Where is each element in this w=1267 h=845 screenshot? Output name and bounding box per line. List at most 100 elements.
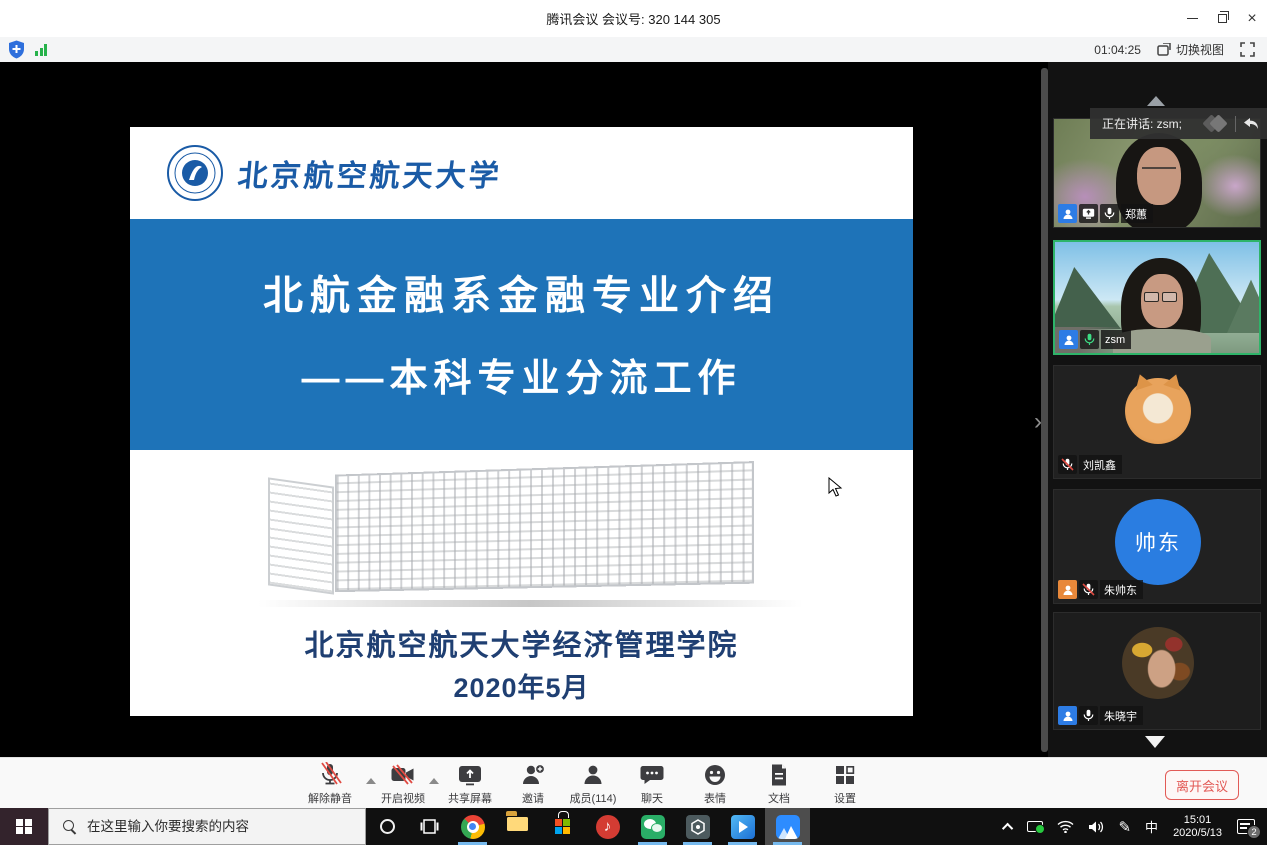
restore-button[interactable]	[1207, 0, 1237, 37]
camera-off-icon	[390, 764, 416, 786]
university-name: 北京航空航天大学	[236, 151, 504, 195]
notification-icon: 2	[1237, 819, 1255, 834]
chat-bubble-icon	[640, 764, 664, 786]
taskbar-app-chrome[interactable]	[450, 808, 495, 845]
network-signal-icon[interactable]	[35, 44, 47, 56]
search-input[interactable]	[87, 819, 337, 834]
leave-meeting-button[interactable]: 离开会议	[1165, 770, 1239, 800]
settings-grid-icon	[834, 764, 856, 786]
mic-muted-icon	[318, 762, 342, 788]
participant-name: zsm	[1101, 330, 1131, 349]
participant-name: 朱晓宇	[1100, 706, 1143, 725]
search-icon	[63, 820, 77, 834]
clock-date: 2020/5/13	[1173, 827, 1222, 840]
tray-volume[interactable]	[1081, 808, 1111, 845]
taskbar-app-capture-tool[interactable]	[675, 808, 720, 845]
unmute-button[interactable]: 解除静音	[293, 762, 367, 806]
cortana-icon	[380, 819, 395, 834]
emoji-button[interactable]: 表情	[678, 762, 752, 806]
clock-time: 15:01	[1173, 814, 1222, 827]
task-view-button[interactable]	[408, 808, 450, 845]
system-tray: ✎ 中 15:01 2020/5/13 2	[998, 808, 1267, 845]
window-controls: ×	[1177, 0, 1267, 37]
members-icon	[581, 763, 605, 787]
member-badge-icon	[1058, 706, 1077, 725]
settings-button[interactable]: 设置	[808, 762, 882, 806]
mic-on-icon	[1079, 706, 1098, 725]
participant-tile-5[interactable]: 朱晓宇	[1053, 612, 1261, 730]
mouse-cursor	[828, 477, 843, 498]
slide-title-banner: 北航金融系金融专业介绍 ——本科专业分流工作	[130, 219, 913, 450]
speaking-indicator-banner: 正在讲话: zsm;	[1090, 108, 1267, 139]
participant-tile-2-active-speaker[interactable]: zsm	[1053, 240, 1261, 355]
invite-person-icon	[520, 763, 546, 787]
tencent-meeting-icon	[776, 815, 800, 839]
window-title: 腾讯会议 会议号: 320 144 305	[546, 9, 720, 28]
restore-icon	[1218, 14, 1227, 23]
member-badge-orange-icon	[1058, 580, 1077, 599]
slide-body: 北京航空航天大学经济管理学院 2020年5月	[130, 450, 913, 716]
taskbar-search[interactable]	[48, 808, 366, 845]
campus-building-sketch	[258, 454, 803, 609]
video-player-icon	[731, 815, 755, 839]
speaking-label: 正在讲话: zsm;	[1102, 115, 1182, 132]
mic-muted-icon	[1079, 580, 1098, 599]
documents-button[interactable]: 文档	[742, 762, 816, 806]
close-icon: ×	[1247, 11, 1256, 27]
taskbar-clock[interactable]: 15:01 2020/5/13	[1165, 814, 1230, 840]
scroll-down-arrow-icon[interactable]	[1145, 736, 1165, 748]
participants-scrollbar[interactable]	[1041, 68, 1048, 752]
participant-4-avatar: 帅东	[1115, 499, 1201, 585]
taskbar-app-tencent-meeting[interactable]	[765, 808, 810, 845]
taskbar-app-wechat[interactable]	[630, 808, 675, 845]
tray-expand-button[interactable]	[998, 808, 1020, 845]
slide-footer-line1: 北京航空航天大学经济管理学院	[130, 622, 913, 664]
emoji-smiley-icon	[703, 763, 727, 787]
meeting-toolbar: 解除静音 开启视频 共享屏幕	[0, 757, 1267, 808]
participant-name: 郑蕙	[1121, 204, 1153, 223]
taskbar-app-microsoft-store[interactable]	[540, 808, 585, 845]
switch-view-label: 切换视图	[1176, 41, 1224, 58]
windows-logo-icon	[16, 819, 32, 835]
member-badge-icon	[1059, 330, 1078, 349]
netease-music-icon: ♪	[596, 815, 620, 839]
share-screen-icon	[457, 764, 483, 786]
start-video-button[interactable]: 开启视频	[366, 762, 440, 806]
taskbar-app-file-explorer[interactable]	[495, 808, 540, 845]
start-button[interactable]	[0, 808, 48, 845]
ime-indicator[interactable]: 中	[1138, 808, 1165, 845]
tray-pen-input[interactable]: ✎	[1111, 808, 1138, 845]
action-center-button[interactable]: 2	[1230, 808, 1267, 845]
shared-screen-slide: 北京航空航天大学 北航金融系金融专业介绍 ——本科专业分流工作 北京航空航天大学…	[130, 127, 913, 716]
title-bar: 腾讯会议 会议号: 320 144 305 ×	[0, 0, 1267, 37]
screen-share-badge-icon	[1079, 204, 1098, 223]
mic-speaking-icon	[1080, 330, 1099, 349]
minimize-button[interactable]	[1177, 0, 1207, 37]
minimize-icon	[1187, 18, 1198, 20]
taskbar-app-video-player[interactable]	[720, 808, 765, 845]
participant-5-avatar	[1122, 627, 1194, 699]
switch-view-button[interactable]: 切换视图	[1157, 41, 1224, 58]
switch-view-icon	[1157, 43, 1171, 56]
security-shield-icon[interactable]	[8, 40, 25, 59]
tray-security-status[interactable]	[1020, 808, 1050, 845]
notification-badge: 2	[1247, 825, 1261, 839]
slide-header: 北京航空航天大学	[130, 127, 913, 219]
close-button[interactable]: ×	[1237, 0, 1267, 37]
participant-tile-3[interactable]: 刘凯鑫	[1053, 365, 1261, 479]
volume-icon	[1088, 820, 1104, 834]
scroll-up-arrow-icon[interactable]	[1147, 96, 1165, 106]
document-icon	[769, 763, 789, 787]
mic-muted-icon	[1058, 455, 1077, 474]
reply-arrow-icon[interactable]	[1243, 117, 1259, 130]
university-logo	[166, 144, 224, 202]
fullscreen-icon[interactable]	[1240, 42, 1255, 57]
chrome-icon	[461, 815, 485, 839]
windows-taskbar: ♪	[0, 808, 1267, 845]
taskbar-app-netease-music[interactable]: ♪	[585, 808, 630, 845]
chevron-up-icon	[1002, 822, 1013, 833]
tray-wifi[interactable]	[1050, 808, 1081, 845]
participant-tile-4[interactable]: 帅东 朱帅东	[1053, 489, 1261, 604]
slide-footer-line2: 2020年5月	[130, 666, 913, 705]
cortana-button[interactable]	[366, 808, 408, 845]
